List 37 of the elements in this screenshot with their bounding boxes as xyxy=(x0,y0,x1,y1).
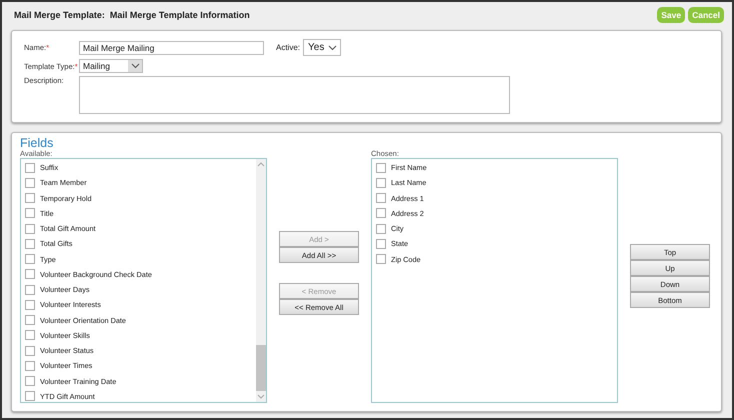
section-title: Fields xyxy=(20,136,54,150)
scroll-up-icon[interactable] xyxy=(257,162,265,167)
checkbox[interactable] xyxy=(25,376,35,386)
checkbox[interactable] xyxy=(25,238,35,249)
checkbox[interactable] xyxy=(25,330,35,340)
active-select[interactable]: Yes xyxy=(303,39,342,56)
checkbox[interactable] xyxy=(25,284,35,295)
checkbox[interactable] xyxy=(376,193,386,204)
page-title: Mail Merge Template: Mail Merge Template Information xyxy=(14,10,250,20)
template-type-select[interactable]: Mailing xyxy=(79,59,143,73)
available-list[interactable] xyxy=(20,158,267,403)
checkbox[interactable] xyxy=(376,208,386,218)
checkbox[interactable] xyxy=(25,360,35,371)
checkbox[interactable] xyxy=(25,224,35,234)
field-label: Active: xyxy=(276,43,300,52)
checkbox[interactable] xyxy=(25,300,35,310)
scroll-down-icon[interactable] xyxy=(257,394,265,399)
checkbox[interactable] xyxy=(25,193,35,204)
checkbox[interactable] xyxy=(25,208,35,218)
checkbox[interactable] xyxy=(25,254,35,264)
description-field[interactable] xyxy=(79,76,510,114)
checkbox[interactable] xyxy=(25,346,35,356)
chevron-icon xyxy=(130,63,140,69)
checkbox[interactable] xyxy=(25,269,35,280)
checkbox[interactable] xyxy=(25,162,35,173)
checkbox[interactable] xyxy=(376,178,386,188)
name-field[interactable]: Mail Merge Mailing xyxy=(79,40,264,54)
scrollbar[interactable] xyxy=(256,159,266,402)
checkbox[interactable] xyxy=(376,254,386,264)
checkbox[interactable] xyxy=(376,224,386,234)
checkbox[interactable] xyxy=(25,391,35,402)
checkbox[interactable] xyxy=(376,162,386,173)
chevron-icon xyxy=(328,44,338,50)
scrollbar-thumb[interactable] xyxy=(256,345,266,391)
checkbox[interactable] xyxy=(376,238,386,249)
checkbox[interactable] xyxy=(25,315,35,326)
checkbox[interactable] xyxy=(25,178,35,188)
